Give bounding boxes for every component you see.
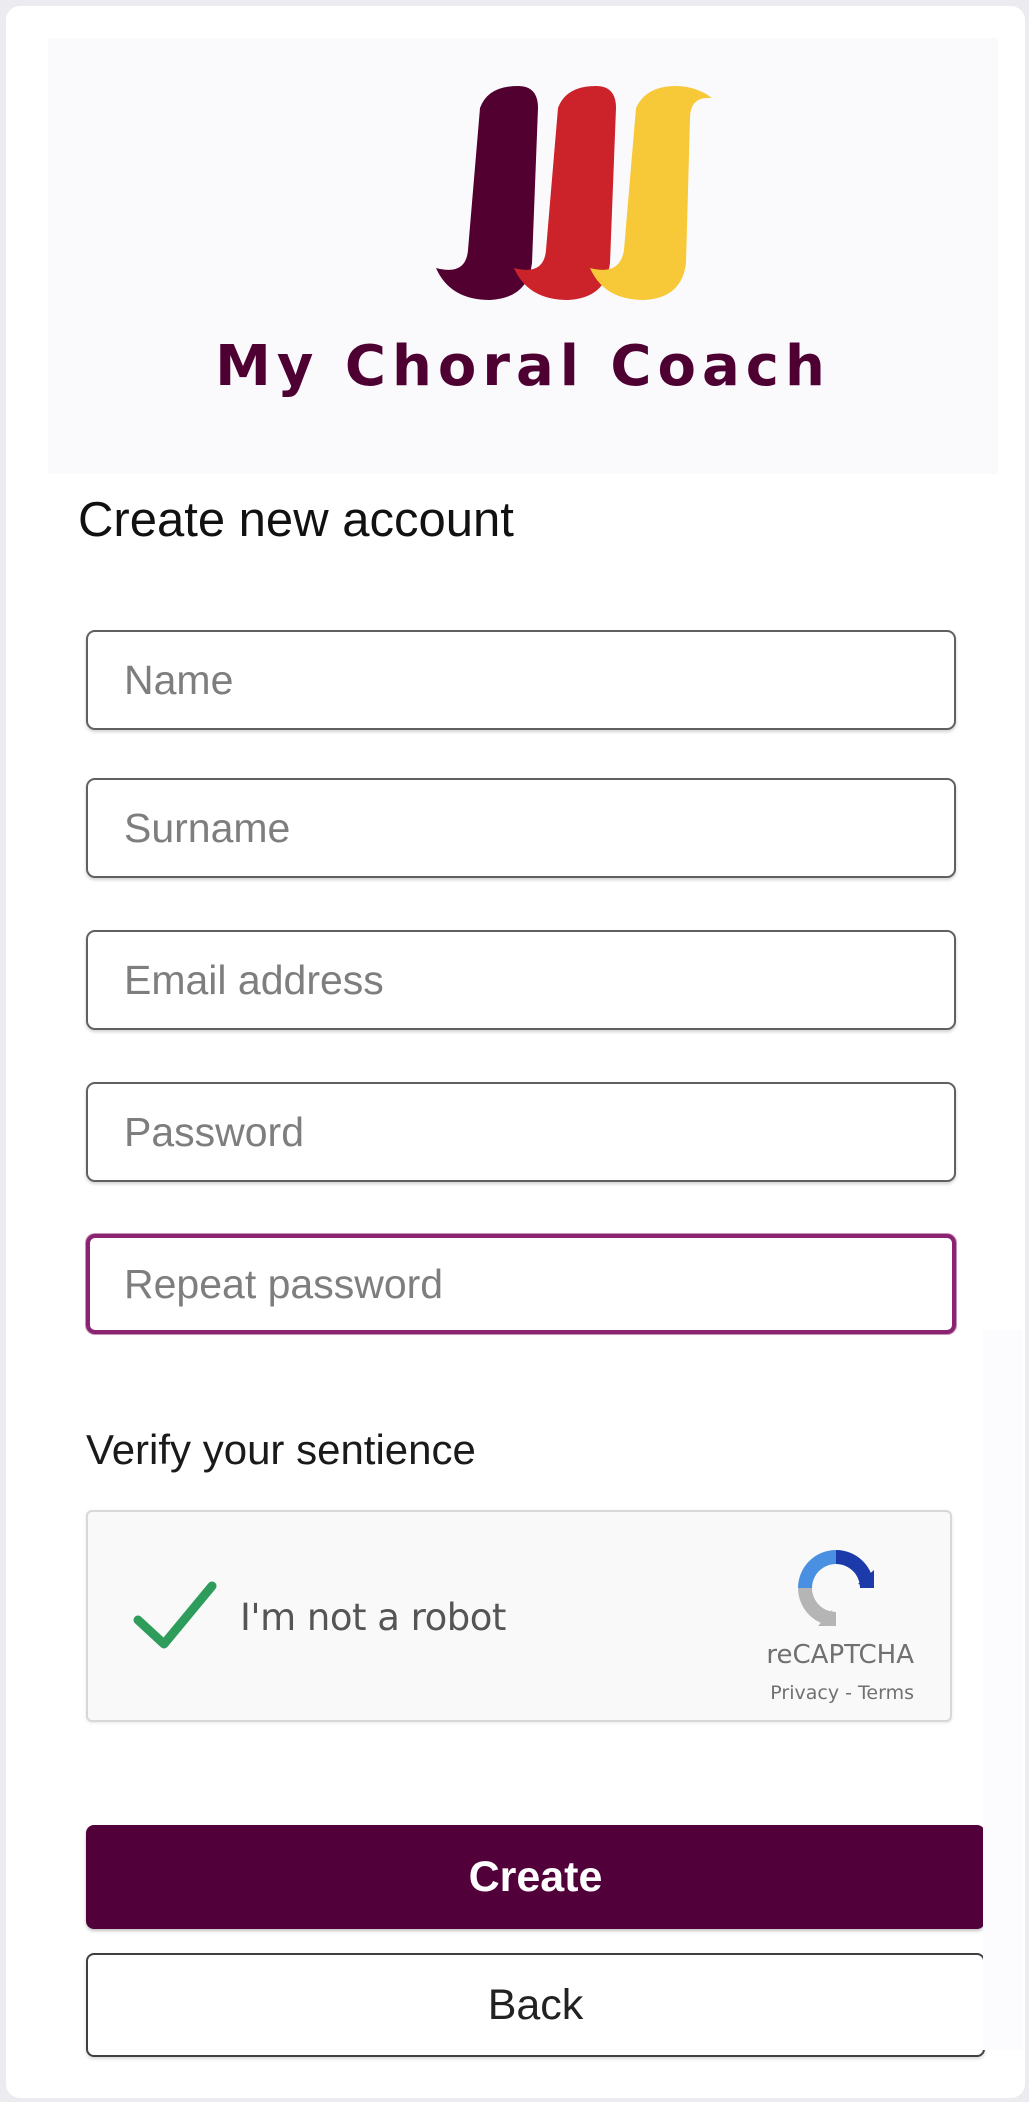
back-button[interactable]: Back: [86, 1953, 985, 2057]
password-input[interactable]: [86, 1082, 956, 1182]
recaptcha-logo-icon: [798, 1550, 874, 1626]
side-panel-edge: [983, 1330, 1023, 2050]
page-title: Create new account: [78, 493, 514, 547]
captcha-label: I'm not a robot: [240, 1596, 506, 1639]
privacy-link[interactable]: Privacy: [770, 1682, 839, 1704]
choral-coach-logo-icon: [436, 86, 712, 300]
logo-header: My Choral Coach: [48, 38, 998, 474]
email-input[interactable]: [86, 930, 956, 1030]
recaptcha-links: Privacy - Terms: [770, 1682, 914, 1704]
signup-card: My Choral Coach Create new account Verif…: [6, 6, 1025, 2098]
recaptcha-widget: I'm not a robot reCAPTCHA Privacy - Term…: [86, 1510, 952, 1722]
surname-input[interactable]: [86, 778, 956, 878]
recaptcha-brand: reCAPTCHA: [766, 1640, 914, 1670]
verify-label: Verify your sentience: [86, 1426, 476, 1473]
terms-link[interactable]: Terms: [858, 1682, 914, 1704]
repeat-password-input[interactable]: [86, 1234, 956, 1334]
brand-name: My Choral Coach: [215, 334, 831, 399]
checkmark-icon[interactable]: [130, 1572, 220, 1662]
create-button[interactable]: Create: [86, 1825, 985, 1929]
links-separator: -: [845, 1682, 852, 1704]
name-input[interactable]: [86, 630, 956, 730]
